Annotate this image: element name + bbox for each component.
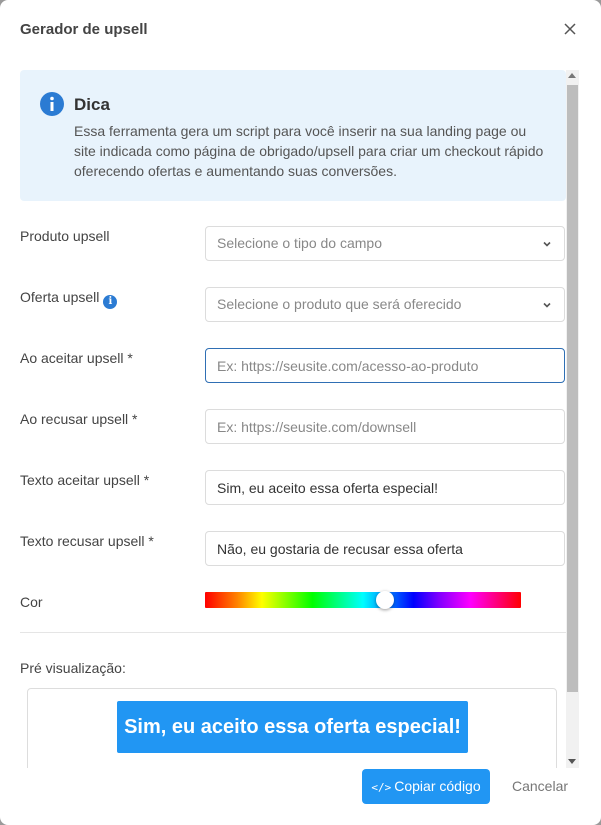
- hue-slider-handle[interactable]: [376, 591, 395, 609]
- modal-title: Gerador de upsell: [20, 21, 148, 38]
- texto-recusar-input[interactable]: [205, 531, 565, 566]
- close-icon[interactable]: [561, 20, 579, 38]
- copy-code-label: Copiar código: [394, 778, 481, 794]
- preview-label: Pré visualização:: [20, 660, 126, 676]
- produto-upsell-select[interactable]: Selecione o tipo do campo: [205, 226, 565, 261]
- scrollbar[interactable]: [566, 70, 579, 768]
- ao-aceitar-label: Ao aceitar upsell *: [20, 350, 133, 366]
- divider: [20, 632, 566, 633]
- scroll-up-icon[interactable]: [568, 73, 576, 78]
- info-icon: [40, 92, 64, 116]
- tip-box: Dica Essa ferramenta gera um script para…: [20, 70, 566, 201]
- preview-accept-button: Sim, eu aceito essa oferta especial!: [117, 701, 468, 753]
- tip-title: Dica: [74, 95, 110, 114]
- texto-aceitar-label: Texto aceitar upsell *: [20, 472, 150, 488]
- copy-code-button[interactable]: </> Copiar código: [362, 769, 490, 804]
- cor-label: Cor: [20, 594, 43, 610]
- oferta-upsell-label-row: Oferta upsell i: [20, 289, 118, 309]
- ao-recusar-label: Ao recusar upsell *: [20, 411, 138, 427]
- texto-aceitar-input[interactable]: [205, 470, 565, 505]
- chevron-down-icon: [543, 302, 551, 308]
- ao-recusar-input[interactable]: [205, 409, 565, 444]
- code-icon: </>: [371, 781, 392, 794]
- chevron-down-icon: [543, 241, 551, 247]
- oferta-upsell-placeholder: Selecione o produto que será oferecido: [217, 296, 462, 312]
- upsell-generator-modal: Gerador de upsell Dica Essa ferramenta g…: [0, 0, 601, 825]
- produto-upsell-placeholder: Selecione o tipo do campo: [217, 235, 382, 251]
- modal-body: Dica Essa ferramenta gera um script para…: [0, 70, 579, 768]
- oferta-upsell-select[interactable]: Selecione o produto que será oferecido: [205, 287, 565, 322]
- scroll-down-icon[interactable]: [568, 759, 576, 764]
- tip-text: Essa ferramenta gera um script para você…: [74, 123, 544, 179]
- produto-upsell-label: Produto upsell: [20, 228, 110, 244]
- hue-slider-track[interactable]: [205, 592, 521, 608]
- ao-aceitar-input[interactable]: [205, 348, 565, 383]
- info-icon[interactable]: i: [103, 295, 118, 309]
- scroll-thumb[interactable]: [567, 85, 578, 692]
- oferta-upsell-label: Oferta upsell: [20, 289, 100, 305]
- cancel-button[interactable]: Cancelar: [500, 769, 580, 804]
- texto-recusar-label: Texto recusar upsell *: [20, 533, 154, 549]
